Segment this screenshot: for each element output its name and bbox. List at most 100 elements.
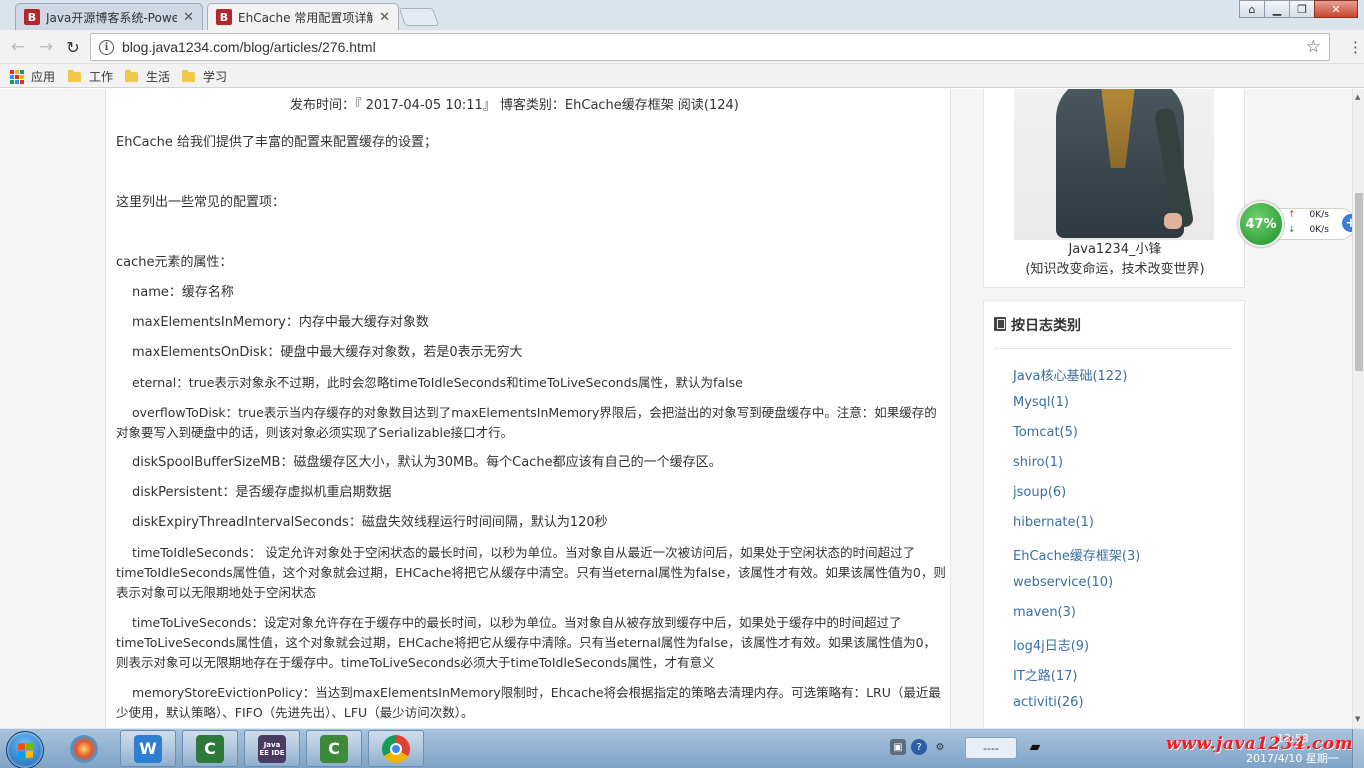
article-paragraph: cache元素的属性： xyxy=(116,255,233,270)
bookmark-study[interactable]: 学习 xyxy=(182,68,227,85)
bookmark-label: 生活 xyxy=(146,70,171,84)
article-paragraph: EhCache 给我们提供了丰富的配置来配置缓存的设置； xyxy=(116,135,438,150)
window-controls: ⌂ ▁ ❐ ✕ xyxy=(1239,0,1358,18)
user-icon[interactable]: ⌂ xyxy=(1239,0,1265,18)
show-desktop-button[interactable] xyxy=(1352,729,1364,768)
tray-window-icon[interactable]: ▣ xyxy=(890,739,906,755)
category-link[interactable]: jsoup(6) xyxy=(1013,485,1066,500)
clock-date[interactable]: 2017/4/10 星期一 xyxy=(1246,750,1339,766)
bookmarks-bar: 应用 工作 生活 学习 xyxy=(0,64,1364,88)
chrome-icon xyxy=(382,734,410,763)
folder-icon xyxy=(125,69,138,82)
category-link[interactable]: IT之路(17) xyxy=(1013,665,1077,684)
help-icon[interactable]: ? xyxy=(911,739,927,755)
tab-ehcache[interactable]: B EhCache 常用配置项详解 ✕ xyxy=(207,3,399,30)
speed-percent[interactable]: 47% xyxy=(1238,201,1284,247)
back-arrow-icon[interactable]: ← xyxy=(8,37,28,57)
download-speed: ↓ 0K/s xyxy=(1288,225,1329,235)
bookmark-work[interactable]: 工作 xyxy=(68,68,113,85)
bookmark-apps[interactable]: 应用 xyxy=(10,68,55,85)
bookmark-label: 应用 xyxy=(31,70,56,84)
article-paragraph: memoryStoreEvictionPolicy：当达到maxElements… xyxy=(116,685,941,720)
close-icon[interactable]: ✕ xyxy=(379,10,390,25)
reload-icon[interactable]: ↻ xyxy=(63,37,83,57)
category-link[interactable]: webservice(10) xyxy=(1013,575,1113,590)
article-paragraph: timeToLiveSeconds：设定对象允许存在于缓存中的最长时间，以秒为单… xyxy=(116,615,937,670)
tab-java-blog[interactable]: B Java开源博客系统-Powe ✕ xyxy=(15,3,203,30)
bookmark-label: 工作 xyxy=(89,70,114,84)
ime-indicator[interactable]: ---- xyxy=(965,737,1017,759)
start-button[interactable] xyxy=(6,731,44,768)
article-paragraph: diskExpiryThreadIntervalSeconds：磁盘失效线程运行… xyxy=(132,515,608,530)
article-paragraph: 这里列出一些常见的配置项： xyxy=(116,195,286,210)
category-link[interactable]: activiti(26) xyxy=(1013,695,1084,710)
new-tab-button[interactable] xyxy=(398,8,440,26)
vertical-scrollbar[interactable]: ▲ ▼ xyxy=(1352,89,1364,728)
taskbar-paint[interactable] xyxy=(56,730,112,767)
info-icon[interactable]: i xyxy=(99,40,114,55)
category-link[interactable]: shiro(1) xyxy=(1013,455,1063,470)
article-body: 发布时间：『 2017-04-05 10:11』 博客类别：EhCache缓存框… xyxy=(105,89,951,728)
blog-favicon-icon: B xyxy=(24,9,40,25)
close-icon[interactable]: ✕ xyxy=(183,10,194,25)
book-icon xyxy=(994,317,1006,331)
browser-toolbar: ← → ↻ i blog.java1234.com/blog/articles/… xyxy=(0,30,1364,64)
scrollbar-thumb[interactable] xyxy=(1355,193,1363,371)
paint-app-icon xyxy=(70,734,98,763)
scroll-up-icon[interactable]: ▲ xyxy=(1355,93,1360,101)
category-link[interactable]: EhCache缓存框架(3) xyxy=(1013,545,1140,564)
category-link[interactable]: Java核心基础(122) xyxy=(1013,365,1127,384)
category-title: 按日志类别 xyxy=(1011,318,1081,334)
article-meta: 发布时间：『 2017-04-05 10:11』 博客类别：EhCache缓存框… xyxy=(290,98,739,113)
category-card: 按日志类别 Java核心基础(122) Mysql(1) Tomcat(5) s… xyxy=(983,300,1245,728)
keyboard-icon[interactable]: ▰ xyxy=(1027,739,1043,755)
menu-dots-icon[interactable]: · · · xyxy=(1353,35,1358,61)
close-window-button[interactable]: ✕ xyxy=(1314,0,1358,18)
taskbar-chrome[interactable] xyxy=(368,730,424,767)
address-bar[interactable]: i blog.java1234.com/blog/articles/276.ht… xyxy=(90,33,1330,61)
profile-motto: (知识改变命运，技术改变世界) xyxy=(1025,262,1205,277)
bookmark-label: 学习 xyxy=(203,70,228,84)
avatar[interactable] xyxy=(1014,89,1214,240)
category-link[interactable]: Tomcat(5) xyxy=(1013,425,1078,440)
forward-arrow-icon[interactable]: → xyxy=(36,37,56,57)
taskbar-camtasia[interactable]: C xyxy=(182,730,238,767)
article-paragraph: diskSpoolBufferSizeMB：磁盘缓存区大小，默认为30MB。每个… xyxy=(132,455,722,470)
tray-tool-icon[interactable]: ⚙ xyxy=(932,739,948,755)
scroll-down-icon[interactable]: ▼ xyxy=(1355,715,1360,723)
taskbar-recorder[interactable]: C xyxy=(306,730,362,767)
category-link[interactable]: log4j日志(9) xyxy=(1013,635,1089,654)
taskbar-wps[interactable]: W xyxy=(120,730,176,767)
article-paragraph: eternal：true表示对象永不过期，此时会忽略timeToIdleSeco… xyxy=(132,375,743,390)
windows-logo-icon xyxy=(18,742,33,759)
bookmark-life[interactable]: 生活 xyxy=(125,68,170,85)
folder-icon xyxy=(182,69,195,82)
category-header: 按日志类别 xyxy=(994,315,1232,349)
clock-time[interactable]: 13:53 xyxy=(1277,732,1309,745)
camtasia-recorder-icon: C xyxy=(320,734,348,763)
tab-title: EhCache 常用配置项详解 xyxy=(238,10,374,25)
article-paragraph: maxElementsOnDisk：硬盘中最大缓存对象数，若是0表示无穷大 xyxy=(132,345,523,360)
download-speed-value: 0K/s xyxy=(1309,225,1329,235)
category-link[interactable]: Mysql(1) xyxy=(1013,395,1069,410)
restore-button[interactable]: ❐ xyxy=(1289,0,1315,18)
article-paragraph: maxElementsInMemory：内存中最大缓存对象数 xyxy=(132,315,429,330)
windows-taskbar: W C Java EE IDE C ▣ ? ⚙ ---- ▰ www.java1… xyxy=(0,728,1364,768)
upload-speed-value: 0K/s xyxy=(1309,210,1329,220)
download-arrow-icon: ↓ xyxy=(1288,225,1296,235)
url-text[interactable]: blog.java1234.com/blog/articles/276.html xyxy=(122,39,376,55)
bookmark-star-icon[interactable]: ☆ xyxy=(1306,37,1321,57)
category-link[interactable]: hibernate(1) xyxy=(1013,515,1094,530)
taskbar-ide[interactable]: Java EE IDE xyxy=(244,730,300,767)
article-paragraph: diskPersistent：是否缓存虚拟机重启期数据 xyxy=(132,485,392,500)
tab-title: Java开源博客系统-Powe xyxy=(46,10,178,25)
camtasia-icon: C xyxy=(196,734,224,763)
category-link[interactable]: maven(3) xyxy=(1013,605,1076,620)
apps-grid-icon xyxy=(10,69,24,84)
folder-icon xyxy=(68,69,81,82)
upload-arrow-icon: ↑ xyxy=(1288,210,1296,220)
network-speed-widget[interactable]: 47% ↑ 0K/s ↓ 0K/s + xyxy=(1238,201,1362,247)
page-viewport: 发布时间：『 2017-04-05 10:11』 博客类别：EhCache缓存框… xyxy=(0,89,1352,728)
minimize-button[interactable]: ▁ xyxy=(1264,0,1290,18)
profile-card: Java1234_小锋 (知识改变命运，技术改变世界) xyxy=(983,89,1245,288)
